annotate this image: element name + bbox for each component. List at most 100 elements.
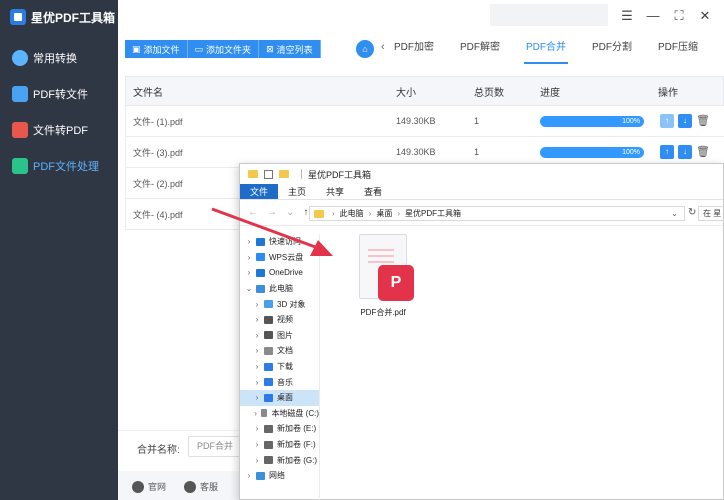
tree-node-icon (256, 284, 265, 293)
chevron-right-icon[interactable]: › (244, 268, 254, 277)
tree-node[interactable]: › 本地磁盘 (C:) (240, 406, 319, 422)
file-name: 文件- (4).pdf (133, 209, 183, 220)
breadcrumb-folder[interactable]: 星优PDF工具箱 (405, 208, 461, 219)
breadcrumb-chevron-icon: › (332, 209, 335, 218)
tree-node-icon (264, 331, 273, 340)
chat-icon (184, 480, 196, 493)
file-size: 149.30KB (396, 116, 436, 126)
chevron-right-icon[interactable]: › (244, 253, 254, 262)
tree-node[interactable]: › 下载 (240, 359, 319, 375)
file-toolbar: ▣ 添加文件 ▭ 添加文件夹 ⊠ 清空列表 (125, 40, 321, 58)
tab-prev-chevron-icon[interactable]: ‹ (381, 41, 385, 53)
tree-node[interactable]: › 文档 (240, 343, 319, 359)
tab-pdf-decrypt[interactable]: PDF解密 (460, 32, 500, 64)
tree-node[interactable]: › 新加卷 (F:) (240, 437, 319, 453)
trash-icon[interactable]: 🗑 (696, 114, 710, 128)
sidebar-item-common-convert[interactable]: 常用转换 (0, 40, 118, 76)
properties-icon[interactable] (264, 169, 273, 179)
official-site-link[interactable]: 官网 (132, 480, 166, 493)
ribbon-tab-view[interactable]: 查看 (354, 184, 392, 199)
file-item-merged-pdf[interactable]: P PDF合并.pdf (347, 234, 419, 318)
chevron-right-icon[interactable]: › (252, 362, 262, 371)
breadcrumb-desktop[interactable]: 桌面 (376, 208, 392, 219)
tab-pdf-split[interactable]: PDF分割 (592, 32, 632, 64)
address-bar[interactable]: › 此电脑 › 桌面 › 星优PDF工具箱 ⌄ (309, 206, 685, 221)
explorer-titlebar: 星优PDF工具箱 (240, 164, 723, 184)
move-down-icon[interactable]: ↓ (678, 145, 692, 159)
chevron-right-icon[interactable]: › (244, 237, 254, 246)
tab-pdf-compress[interactable]: PDF压缩 (658, 32, 698, 64)
chevron-right-icon[interactable]: › (252, 393, 262, 402)
sidebar-item-pdf-process[interactable]: PDF文件处理 (0, 148, 118, 184)
tree-node[interactable]: › 音乐 (240, 374, 319, 390)
close-icon[interactable]: ✕ (696, 7, 714, 25)
back-arrow-icon[interactable]: ← (248, 207, 258, 218)
ribbon-tab-file[interactable]: 文件 (240, 184, 279, 199)
chevron-right-icon[interactable]: › (252, 331, 262, 340)
file-label: PDF合并.pdf (360, 308, 406, 317)
file-name: 文件- (1).pdf (133, 116, 183, 127)
tree-node[interactable]: ⌄ 此电脑 (240, 281, 319, 297)
chevron-right-icon[interactable]: › (252, 378, 262, 387)
sidebar-item-file-to-pdf[interactable]: 文件转PDF (0, 112, 118, 148)
add-file-button[interactable]: ▣ 添加文件 (125, 40, 188, 58)
address-dropdown-icon[interactable]: ⌄ (671, 209, 678, 218)
chevron-down-icon[interactable]: ⌄ (244, 284, 254, 293)
tab-pdf-encrypt[interactable]: PDF加密 (394, 32, 434, 64)
tree-node-icon (256, 237, 265, 246)
support-link[interactable]: 客服 (184, 480, 218, 493)
chevron-right-icon[interactable]: › (252, 409, 259, 418)
chevron-right-icon[interactable]: › (252, 424, 262, 433)
tree-node-label: 3D 对象 (277, 299, 306, 309)
tree-node[interactable]: › 新加卷 (G:) (240, 452, 319, 468)
settings-icon[interactable]: ☰ (618, 7, 636, 25)
tree-node[interactable]: › 视频 (240, 312, 319, 328)
chevron-right-icon[interactable]: › (244, 471, 254, 480)
home-icon[interactable]: ⌂ (356, 40, 374, 58)
add-folder-button[interactable]: ▭ 添加文件夹 (187, 40, 260, 58)
forward-arrow-icon[interactable]: → (267, 207, 277, 218)
merge-name-label: 合并名称: (137, 445, 180, 456)
tree-node[interactable]: › 新加卷 (E:) (240, 421, 319, 437)
chevron-right-icon[interactable]: › (252, 300, 262, 309)
breadcrumb-this-pc[interactable]: 此电脑 (340, 208, 364, 219)
recent-chevron-icon[interactable]: ⌄ (286, 207, 294, 218)
chevron-right-icon[interactable]: › (252, 315, 262, 324)
tree-node[interactable]: › 快速访问 (240, 234, 319, 250)
tab-pdf-merge[interactable]: PDF合并 (524, 32, 568, 64)
chevron-right-icon[interactable]: › (252, 440, 262, 449)
convert-icon (12, 50, 28, 66)
app-title: 星优PDF工具箱 (10, 7, 115, 27)
refresh-icon[interactable]: ↻ (688, 207, 696, 218)
tree-node[interactable]: › 桌面 (240, 389, 319, 406)
up-arrow-icon[interactable]: ↑ (303, 207, 308, 218)
tree-node-icon (264, 346, 273, 355)
explorer-search-input[interactable]: 在 星 (698, 206, 724, 221)
tree-node[interactable]: › OneDrive (240, 265, 319, 281)
new-folder-icon[interactable] (279, 170, 289, 178)
tree-node-icon (256, 471, 265, 480)
tree-node-icon (264, 424, 273, 433)
move-down-icon[interactable]: ↓ (678, 114, 692, 128)
tree-node[interactable]: › 3D 对象 (240, 296, 319, 312)
trash-icon[interactable]: 🗑 (696, 145, 710, 159)
app-logo-icon (10, 9, 26, 25)
chevron-right-icon[interactable]: › (252, 346, 262, 355)
progress-bar: 100% (540, 146, 644, 158)
ribbon-tab-share[interactable]: 共享 (316, 184, 354, 199)
move-up-icon[interactable]: ↑ (660, 114, 674, 128)
move-up-icon[interactable]: ↑ (660, 145, 674, 159)
ribbon-tab-home[interactable]: 主页 (278, 184, 316, 199)
tree-node[interactable]: › 网络 (240, 468, 319, 484)
tree-node-icon (264, 300, 273, 309)
top-bar: ☰ — ⛶ ✕ (118, 0, 724, 32)
tree-node[interactable]: › 图片 (240, 328, 319, 344)
chevron-right-icon[interactable]: › (252, 456, 262, 465)
maximize-icon[interactable]: ⛶ (670, 7, 688, 25)
minimize-icon[interactable]: — (644, 7, 662, 25)
sidebar-item-pdf-to-file[interactable]: PDF转文件 (0, 76, 118, 112)
tree-node[interactable]: › WPS云盘 (240, 250, 319, 266)
clear-list-button[interactable]: ⊠ 清空列表 (259, 40, 321, 58)
table-row[interactable]: 文件- (1).pdf 149.30KB 1 100% ↑ ↓ 🗑 (125, 106, 724, 137)
top-search-area[interactable] (490, 4, 608, 26)
